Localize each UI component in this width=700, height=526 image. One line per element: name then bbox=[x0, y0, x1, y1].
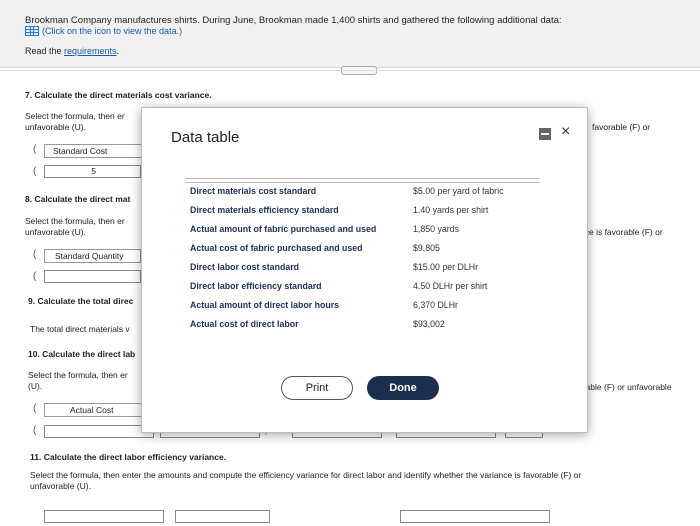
row-value: 4.50 DLHr per shirt bbox=[413, 281, 488, 291]
q7-instruction-line2: unfavorable (U). bbox=[25, 122, 86, 132]
q8-standard-quantity-input[interactable] bbox=[44, 270, 141, 283]
data-link-row[interactable]: (Click on the icon to view the data.) bbox=[25, 26, 182, 36]
minimize-icon[interactable] bbox=[539, 128, 551, 140]
q7-instruction-line1: Select the formula, then er bbox=[25, 111, 125, 121]
row-value: $15.00 per DLHr bbox=[413, 262, 479, 272]
q11-formula-select[interactable] bbox=[44, 510, 164, 523]
q8-instruction-line2: unfavorable (U). bbox=[25, 227, 86, 237]
section-divider bbox=[0, 70, 700, 71]
q7-standard-cost-input[interactable]: 5 bbox=[44, 165, 141, 178]
row-label: Actual cost of fabric purchased and used bbox=[190, 243, 363, 253]
q10-title: 10. Calculate the direct lab bbox=[28, 349, 136, 359]
q11-title: 11. Calculate the direct labor efficienc… bbox=[30, 452, 227, 462]
close-icon[interactable]: × bbox=[561, 122, 570, 142]
data-table-dialog: Data table × Direct materials cost stand… bbox=[141, 107, 588, 433]
q9-title: 9. Calculate the total direc bbox=[28, 296, 134, 306]
q8-title: 8. Calculate the direct mat bbox=[25, 194, 131, 204]
row-label: Actual amount of fabric purchased and us… bbox=[190, 224, 377, 234]
q7-formula-select[interactable]: Standard Cost bbox=[44, 144, 144, 158]
row-value: 6,370 DLHr bbox=[413, 300, 458, 310]
requirements-link[interactable]: requirements bbox=[64, 46, 117, 56]
row-label: Actual amount of direct labor hours bbox=[190, 300, 340, 310]
q8-instruction-right: nce is favorable (F) or bbox=[580, 227, 663, 237]
q10-open-paren-2: ( bbox=[33, 425, 37, 436]
q11-second-select[interactable] bbox=[175, 510, 270, 523]
q9-text: The total direct materials v bbox=[30, 324, 130, 334]
q10-actual-cost-input[interactable] bbox=[44, 425, 154, 438]
row-label: Direct materials efficiency standard bbox=[190, 205, 339, 215]
q10-instruction-line1: Select the formula, then er bbox=[28, 370, 128, 380]
row-value: $93,002 bbox=[413, 319, 445, 329]
q8-instruction-line1: Select the formula, then er bbox=[25, 216, 125, 226]
problem-intro: Brookman Company manufactures shirts. Du… bbox=[25, 15, 562, 26]
read-requirements-row: Read the requirements. bbox=[25, 46, 120, 56]
row-label: Direct materials cost standard bbox=[190, 186, 317, 196]
table-top-rule bbox=[185, 178, 540, 183]
q7-open-paren: ( bbox=[33, 144, 37, 155]
q10-instruction-right: brable (F) or unfavorable bbox=[578, 382, 672, 392]
data-grid-icon[interactable] bbox=[25, 26, 39, 36]
row-label: Direct labor cost standard bbox=[190, 262, 300, 272]
q11-instruction-line2: unfavorable (U). bbox=[30, 481, 91, 491]
click-icon-text[interactable]: (Click on the icon to view the data.) bbox=[42, 26, 182, 36]
dialog-title: Data table bbox=[171, 129, 240, 146]
row-label: Direct labor efficiency standard bbox=[190, 281, 322, 291]
row-value: 1,850 yards bbox=[413, 224, 459, 234]
q11-third-select[interactable] bbox=[400, 510, 550, 523]
row-value: 1.40 yards per shirt bbox=[413, 205, 489, 215]
row-label: Actual cost of direct labor bbox=[190, 319, 299, 329]
q8-formula-select[interactable]: Standard Quantity bbox=[44, 249, 141, 263]
q7-instruction-right: favorable (F) or bbox=[592, 122, 651, 132]
q7-title: 7. Calculate the direct materials cost v… bbox=[25, 90, 212, 100]
q11-instruction-line1: Select the formula, then enter the amoun… bbox=[30, 470, 582, 480]
q10-open-paren: ( bbox=[33, 403, 37, 414]
q8-open-paren: ( bbox=[33, 249, 37, 260]
q10-instruction-line2: (U). bbox=[28, 381, 43, 391]
done-button[interactable]: Done bbox=[367, 376, 439, 400]
print-button[interactable]: Print bbox=[281, 376, 353, 400]
q8-open-paren-2: ( bbox=[33, 271, 37, 282]
row-value: $9,805 bbox=[413, 243, 440, 253]
row-value: $5.00 per yard of fabric bbox=[413, 186, 504, 196]
q10-formula-select[interactable]: Actual Cost bbox=[44, 403, 154, 417]
q7-open-paren-2: ( bbox=[33, 166, 37, 177]
